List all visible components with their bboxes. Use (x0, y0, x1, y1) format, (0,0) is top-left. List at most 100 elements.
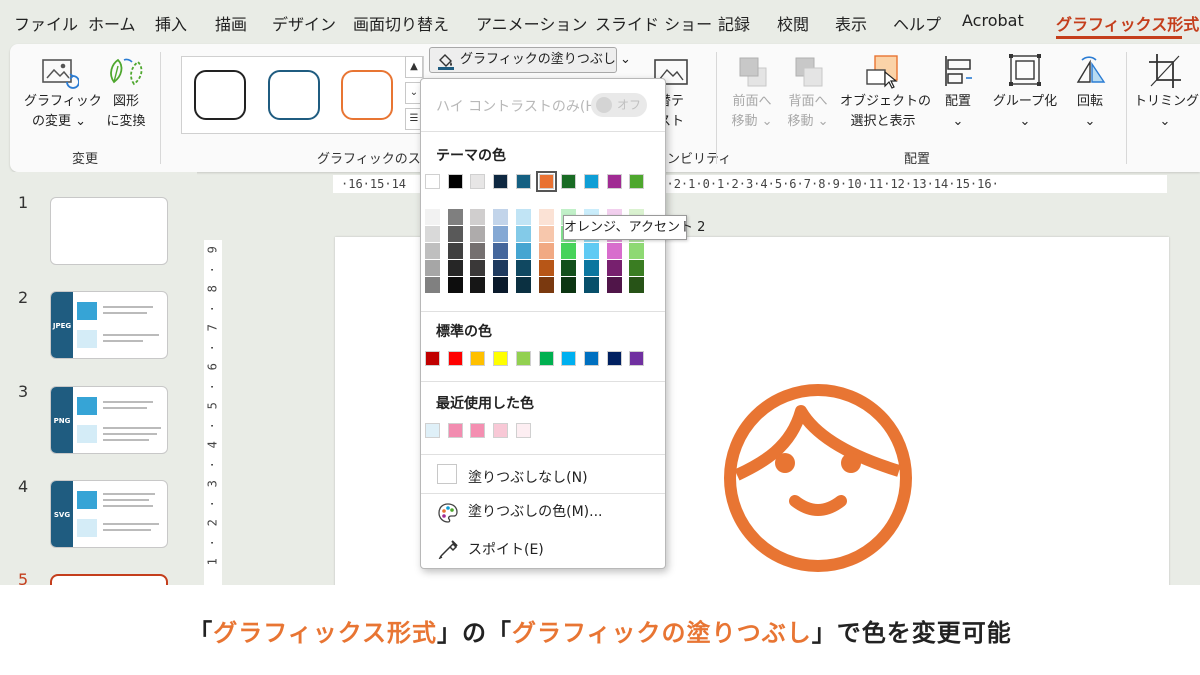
standard-color-swatch[interactable] (447, 351, 463, 366)
graphic-fill-button[interactable]: グラフィックの塗りつぶし ⌄ (429, 47, 631, 73)
standard-color-swatch[interactable] (515, 351, 531, 366)
align-button[interactable]: 配置 ⌄ (932, 52, 984, 132)
tab-view[interactable]: 表示 (835, 11, 867, 35)
theme-color-swatch[interactable] (535, 171, 557, 192)
bring-forward-button[interactable]: 前面へ 移動 ⌄ (726, 52, 778, 132)
tab-record[interactable]: 記録 (718, 11, 750, 35)
theme-shade-swatch[interactable] (425, 209, 440, 225)
style-teal-outline[interactable] (268, 70, 320, 120)
theme-color-swatch[interactable] (425, 174, 440, 189)
theme-shade-swatch[interactable] (538, 209, 554, 225)
theme-shade-swatch[interactable] (583, 260, 599, 276)
theme-color-swatch[interactable] (515, 174, 531, 189)
tab-draw[interactable]: 描画 (215, 11, 247, 35)
tab-file[interactable]: ファイル (14, 11, 78, 35)
rotate-button[interactable]: 回転 ⌄ (1066, 52, 1114, 132)
standard-color-swatch[interactable] (493, 351, 509, 366)
send-backward-button[interactable]: 背面へ 移動 ⌄ (782, 52, 834, 132)
recent-color-swatch[interactable] (470, 423, 486, 438)
theme-shade-swatch[interactable] (425, 226, 440, 242)
theme-shade-swatch[interactable] (629, 243, 645, 259)
slide-thumbnail-3[interactable]: PNG (50, 386, 168, 454)
theme-shade-swatch[interactable] (538, 277, 554, 293)
standard-color-swatch[interactable] (470, 351, 486, 366)
high-contrast-toggle[interactable]: オフ (591, 93, 647, 117)
convert-to-shape-button[interactable]: 図形 に変換 (100, 54, 152, 132)
theme-shade-swatch[interactable] (561, 277, 577, 293)
theme-shade-swatch[interactable] (493, 226, 509, 242)
theme-shade-swatch[interactable] (447, 243, 463, 259)
selection-pane-button[interactable]: オブジェクトの 選択と表示 (840, 52, 931, 132)
theme-shade-swatch[interactable] (606, 260, 622, 276)
theme-color-swatch[interactable] (493, 174, 509, 189)
slide-thumbnail-4[interactable]: SVG (50, 480, 168, 548)
theme-shade-swatch[interactable] (606, 243, 622, 259)
theme-shade-swatch[interactable] (425, 243, 440, 259)
tab-graphics-format[interactable]: グラフィックス形式 (1056, 11, 1199, 35)
theme-shade-swatch[interactable] (425, 277, 440, 293)
crop-button[interactable]: トリミング ⌄ (1134, 52, 1199, 132)
theme-shade-swatch[interactable] (583, 277, 599, 293)
recent-color-swatch[interactable] (425, 423, 440, 438)
style-orange-outline[interactable] (341, 70, 393, 120)
theme-shade-swatch[interactable] (515, 226, 531, 242)
theme-shade-swatch[interactable] (515, 243, 531, 259)
eyedropper-menu-item[interactable]: スポイト(E) (421, 531, 665, 565)
theme-color-swatch[interactable] (629, 174, 645, 189)
tab-review[interactable]: 校閲 (777, 11, 809, 35)
tab-help[interactable]: ヘルプ (893, 11, 941, 35)
theme-shade-swatch[interactable] (583, 243, 599, 259)
theme-shade-swatch[interactable] (493, 260, 509, 276)
graphic-style-gallery[interactable] (181, 56, 424, 134)
theme-shade-swatch[interactable] (425, 260, 440, 276)
theme-shade-swatch[interactable] (538, 243, 554, 259)
theme-shade-swatch[interactable] (629, 260, 645, 276)
smiley-face-icon[interactable] (723, 383, 913, 573)
recent-color-swatch[interactable] (447, 423, 463, 438)
theme-shade-swatch[interactable] (629, 277, 645, 293)
theme-shade-swatch[interactable] (493, 277, 509, 293)
standard-color-swatch[interactable] (606, 351, 622, 366)
recent-color-swatch[interactable] (515, 423, 531, 438)
tab-animations[interactable]: アニメーション (476, 11, 587, 35)
theme-shade-swatch[interactable] (470, 209, 486, 225)
slide-thumbnail-2[interactable]: JPEG (50, 291, 168, 359)
theme-color-swatch[interactable] (583, 174, 599, 189)
group-objects-button[interactable]: グループ化 ⌄ (988, 52, 1062, 132)
theme-shade-swatch[interactable] (515, 260, 531, 276)
tab-home[interactable]: ホーム (88, 11, 136, 35)
gallery-scroll-up[interactable]: ▲ (405, 56, 423, 78)
change-graphic-button[interactable]: グラフィック の変更 ⌄ (24, 54, 102, 132)
theme-shade-swatch[interactable] (447, 209, 463, 225)
theme-shade-swatch[interactable] (515, 209, 531, 225)
theme-shade-swatch[interactable] (470, 277, 486, 293)
theme-shade-swatch[interactable] (470, 226, 486, 242)
more-fill-colors-menu-item[interactable]: 塗りつぶしの色(M)... (421, 495, 665, 529)
slide-thumbnail-1[interactable] (50, 197, 168, 265)
theme-shade-swatch[interactable] (561, 260, 577, 276)
tab-slideshow[interactable]: スライド ショー (595, 11, 712, 35)
theme-shade-swatch[interactable] (447, 260, 463, 276)
theme-color-swatch[interactable] (447, 174, 463, 189)
theme-color-swatch[interactable] (606, 174, 622, 189)
tab-design[interactable]: デザイン (272, 11, 336, 35)
tab-transitions[interactable]: 画面切り替え (353, 11, 449, 35)
no-fill-menu-item[interactable]: 塗りつぶしなし(N) (421, 459, 665, 493)
theme-shade-swatch[interactable] (561, 243, 577, 259)
theme-shade-swatch[interactable] (515, 277, 531, 293)
theme-shade-swatch[interactable] (606, 277, 622, 293)
standard-color-swatch[interactable] (561, 351, 577, 366)
theme-shade-swatch[interactable] (538, 226, 554, 242)
standard-color-swatch[interactable] (583, 351, 599, 366)
standard-color-swatch[interactable] (538, 351, 554, 366)
theme-shade-swatch[interactable] (447, 277, 463, 293)
theme-color-swatch[interactable] (561, 174, 577, 189)
theme-color-swatch[interactable] (470, 174, 486, 189)
theme-shade-swatch[interactable] (493, 243, 509, 259)
style-black-outline[interactable] (194, 70, 246, 120)
theme-shade-swatch[interactable] (470, 243, 486, 259)
theme-shade-swatch[interactable] (538, 260, 554, 276)
theme-shade-swatch[interactable] (447, 226, 463, 242)
tab-insert[interactable]: 挿入 (155, 11, 187, 35)
standard-color-swatch[interactable] (629, 351, 645, 366)
